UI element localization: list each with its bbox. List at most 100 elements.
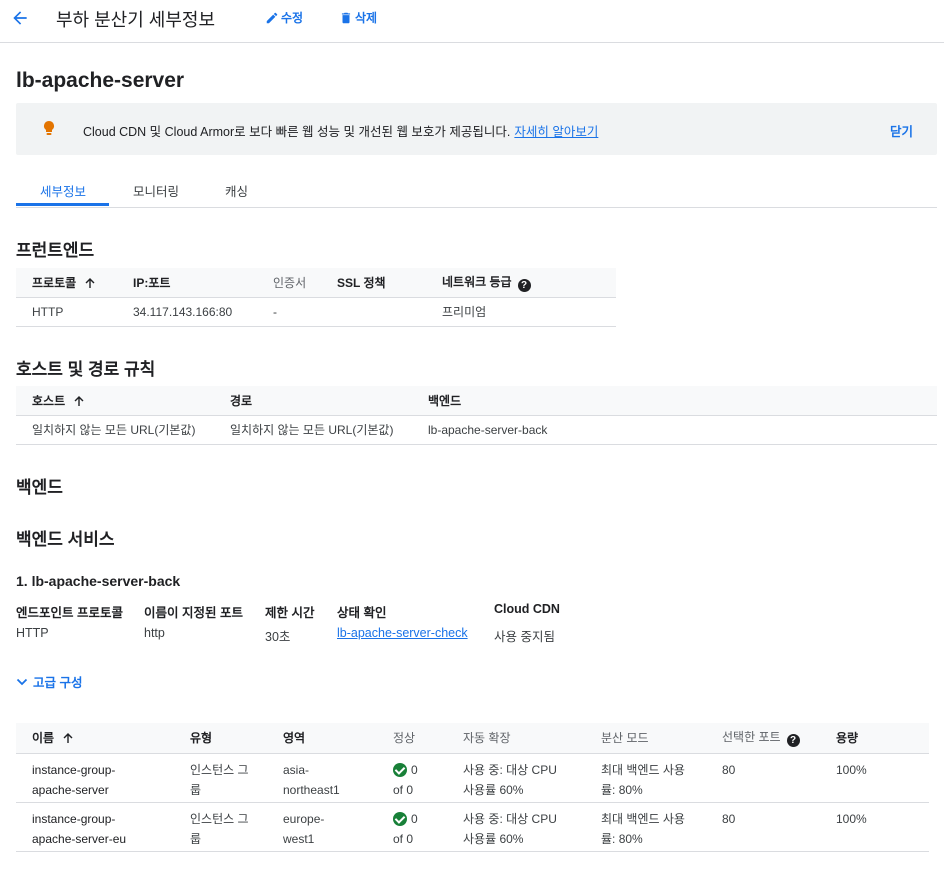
table-spacer (901, 753, 929, 803)
backend-service-title: 1. lb-apache-server-back (16, 573, 181, 589)
cell-zone: asia-northeast1 (283, 753, 393, 803)
cell-text: apache-server (32, 782, 109, 797)
edit-button[interactable]: 수정 (265, 9, 303, 26)
col-zone: 영역 (283, 723, 393, 754)
tab-bar: 세부정보 모니터링 캐싱 (16, 170, 937, 208)
backend-heading: 백엔드 (16, 478, 63, 497)
col-ssl-policy: SSL 정책 (337, 268, 442, 298)
delete-label: 삭제 (355, 11, 378, 25)
banner-text: Cloud CDN 및 Cloud Armor로 보다 빠른 웹 성능 및 개선… (83, 121, 598, 140)
cell-name[interactable]: instance-group-apache-server-eu (16, 802, 190, 852)
col-selected-port-label: 선택한 포트 (722, 730, 781, 745)
cell-text: of 0 (393, 831, 414, 846)
arrow-up-icon (63, 733, 73, 744)
frontend-heading: 프런트엔드 (16, 241, 95, 260)
trash-icon (341, 12, 351, 23)
col-backend: 백엔드 (428, 386, 606, 416)
cell-protocol: HTTP (16, 297, 133, 327)
health-check-link[interactable]: lb-apache-server-check (337, 626, 468, 640)
help-icon[interactable]: ? (786, 734, 800, 748)
page-title: 부하 분산기 세부정보 (56, 10, 216, 30)
edit-label: 수정 (281, 11, 304, 25)
tab-details[interactable]: 세부정보 (40, 181, 86, 200)
tab-monitoring[interactable]: 모니터링 (133, 181, 179, 200)
col-autoscaling: 자동 확장 (463, 723, 601, 754)
value-endpoint-protocol: HTTP (16, 626, 49, 640)
cell-text: 률: 80% (601, 782, 643, 797)
banner-message: Cloud CDN 및 Cloud Armor로 보다 빠른 웹 성능 및 개선… (83, 125, 511, 139)
col-name[interactable]: 이름 (16, 723, 190, 754)
cell-text: west1 (283, 831, 315, 846)
table-row: instance-group-apache-server-eu 인스턴스 그룹 … (16, 802, 929, 852)
cell-ip-port: 34.117.143.166:80 (133, 297, 273, 327)
cell-host: 일치하지 않는 모든 URL(기본값) (16, 415, 230, 445)
advanced-config-label: 고급 구성 (33, 676, 83, 690)
cell-healthy: 0 of 0 (393, 753, 463, 803)
table-row: HTTP 34.117.143.166:80 - 프리미엄 (16, 297, 616, 327)
col-ip-port: IP:포트 (133, 268, 273, 298)
col-certificate: 인증서 (273, 268, 337, 298)
cell-certificate: - (273, 297, 337, 327)
col-protocol-label: 프로토콜 (32, 275, 77, 290)
label-cloud-cdn: Cloud CDN (494, 602, 560, 616)
cell-healthy: 0 of 0 (393, 802, 463, 852)
cell-path: 일치하지 않는 모든 URL(기본값) (230, 415, 428, 445)
col-network-tier: 네트워크 등급? (442, 268, 582, 298)
learn-more-link[interactable]: 자세히 알아보기 (514, 125, 598, 139)
delete-button[interactable]: 삭제 (339, 9, 377, 26)
backends-table: 이름 유형 영역 정상 자동 확장 분산 모드 선택한 포트? 용량 insta… (16, 723, 929, 852)
cell-text: 사용 중: 대상 CPU (463, 811, 557, 826)
host-rules-heading: 호스트 및 경로 규칙 (16, 360, 156, 379)
label-endpoint-protocol: 엔드포인트 프로토콜 (16, 606, 123, 620)
col-healthy: 정상 (393, 723, 463, 754)
check-circle-icon (393, 762, 407, 777)
banner-close-button[interactable]: 닫기 (890, 121, 913, 140)
cell-text: 최대 백엔드 사용 (601, 811, 685, 826)
advanced-config-toggle[interactable]: 고급 구성 (16, 672, 82, 691)
cell-text: asia- (283, 762, 310, 777)
arrow-up-icon (85, 277, 95, 288)
value-timeout: 30초 (265, 630, 291, 644)
cell-capacity: 100% (836, 753, 901, 803)
cell-text: instance-group- (32, 811, 116, 826)
help-icon[interactable]: ? (517, 278, 531, 292)
cell-text: 률: 80% (601, 831, 643, 846)
table-spacer (582, 297, 616, 327)
cell-text: 인스턴스 그 (190, 762, 249, 777)
chevron-down-icon (16, 678, 28, 685)
cell-text: 0 (411, 762, 418, 777)
check-circle-icon (393, 811, 407, 826)
value-named-port: http (144, 626, 165, 640)
back-arrow-icon[interactable] (10, 8, 30, 28)
backend-services-heading: 백엔드 서비스 (16, 530, 115, 549)
label-timeout: 제한 시간 (265, 606, 315, 620)
top-bar: 부하 분산기 세부정보 수정 삭제 (0, 0, 944, 43)
cell-selected-port: 80 (722, 753, 836, 803)
col-capacity: 용량 (836, 723, 901, 754)
cell-type: 인스턴스 그룹 (190, 802, 283, 852)
col-protocol[interactable]: 프로토콜 (16, 268, 133, 298)
lightbulb-icon (44, 121, 54, 135)
cell-name[interactable]: instance-group-apache-server (16, 753, 190, 803)
table-row: 일치하지 않는 모든 URL(기본값) 일치하지 않는 모든 URL(기본값) … (16, 415, 937, 445)
cell-network-tier: 프리미엄 (442, 297, 582, 327)
col-host[interactable]: 호스트 (16, 386, 230, 416)
tab-caching[interactable]: 캐싱 (225, 181, 248, 200)
col-path: 경로 (230, 386, 428, 416)
cell-selected-port: 80 (722, 802, 836, 852)
host-rules-table: 호스트 경로 백엔드 일치하지 않는 모든 URL(기본값) 일치하지 않는 모… (16, 386, 937, 445)
cell-text: europe- (283, 811, 325, 826)
cell-text: instance-group- (32, 762, 116, 777)
cell-zone: europe-west1 (283, 802, 393, 852)
table-spacer (901, 723, 929, 754)
pencil-icon (266, 12, 278, 23)
cell-text: apache-server-eu (32, 831, 127, 846)
cell-balancing-mode: 최대 백엔드 사용률: 80% (601, 802, 722, 852)
table-spacer (606, 386, 937, 416)
table-spacer (606, 415, 937, 445)
load-balancer-name: lb-apache-server (16, 69, 185, 92)
active-tab-indicator (16, 203, 109, 206)
cell-type: 인스턴스 그룹 (190, 753, 283, 803)
arrow-up-icon (74, 395, 84, 406)
label-health-check: 상태 확인 (337, 606, 387, 620)
